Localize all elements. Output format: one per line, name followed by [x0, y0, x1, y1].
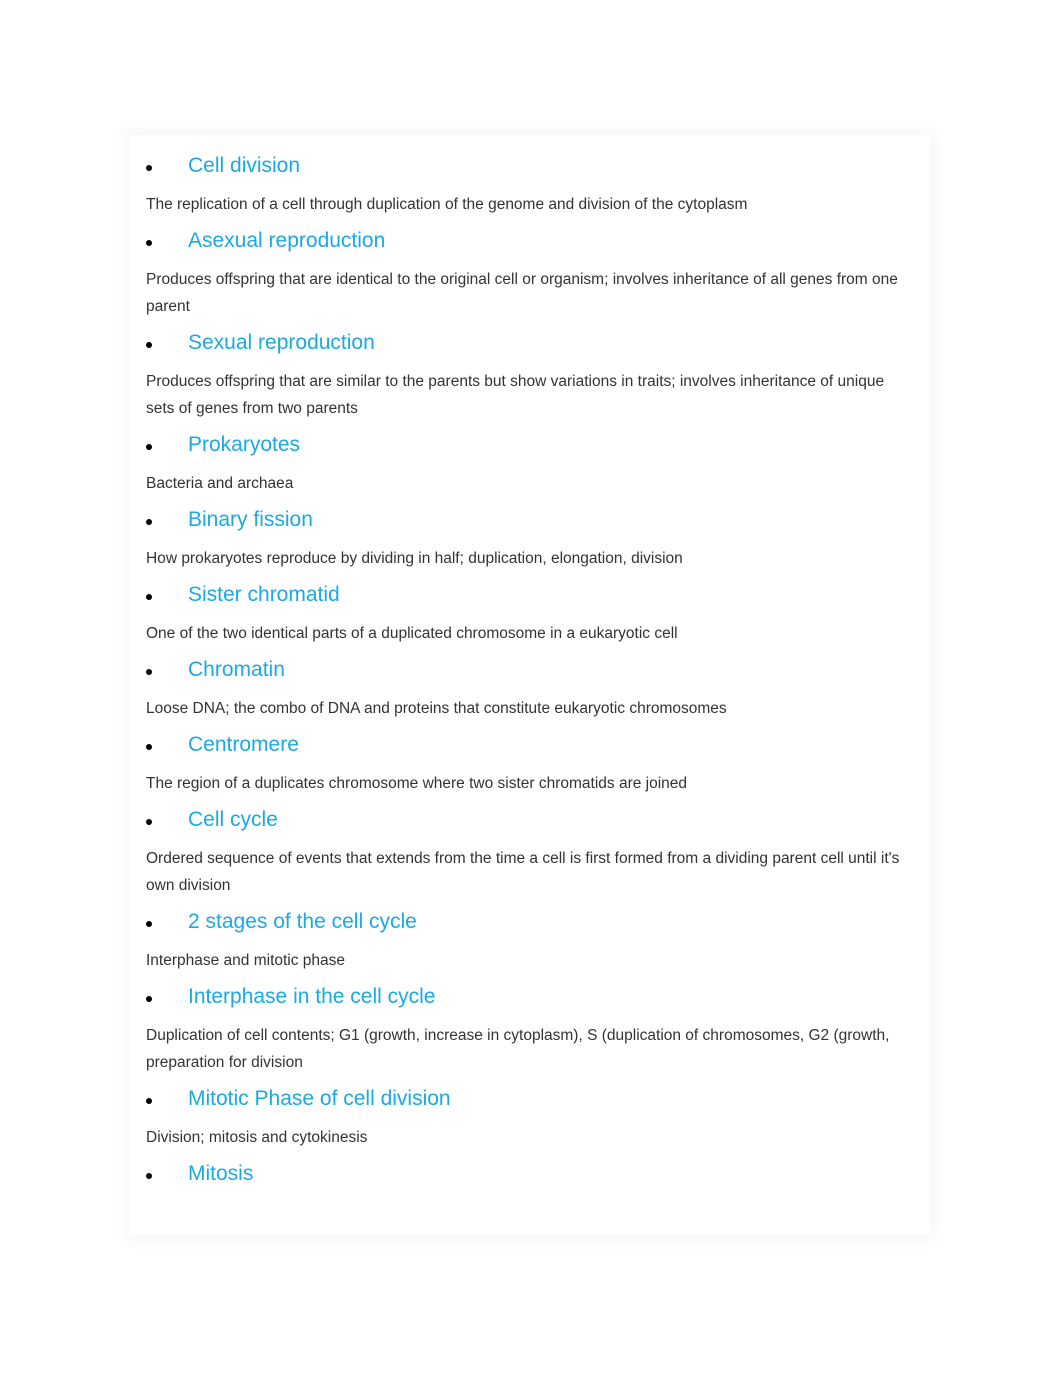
term-definition: Ordered sequence of events that extends …	[146, 850, 900, 894]
list-item: Binary fission How prokaryotes reproduce…	[146, 501, 914, 576]
list-item: Centromere The region of a duplicates ch…	[146, 726, 914, 801]
term-row: Sexual reproduction	[146, 324, 914, 362]
term-link[interactable]: Sexual reproduction	[188, 324, 375, 362]
term-link[interactable]: Binary fission	[188, 501, 313, 539]
term-definition: Produces offspring that are identical to…	[146, 271, 898, 315]
flashcard-document: Cell division The replication of a cell …	[130, 135, 930, 1235]
term-definition: Loose DNA; the combo of DNA and proteins…	[146, 700, 727, 717]
term-link[interactable]: Interphase in the cell cycle	[188, 978, 435, 1016]
bullet-icon	[146, 240, 152, 246]
term-definition: Duplication of cell contents; G1 (growth…	[146, 1027, 890, 1071]
term-row: Interphase in the cell cycle	[146, 978, 914, 1016]
list-item: 2 stages of the cell cycle Interphase an…	[146, 903, 914, 978]
term-link[interactable]: Mitosis	[188, 1155, 253, 1193]
term-row: Mitotic Phase of cell division	[146, 1080, 914, 1118]
term-row: Binary fission	[146, 501, 914, 539]
term-row: Cell division	[146, 147, 914, 185]
bullet-icon	[146, 1098, 152, 1104]
term-link[interactable]: Chromatin	[188, 651, 285, 689]
list-item: Sister chromatid One of the two identica…	[146, 576, 914, 651]
term-row: Mitosis	[146, 1155, 914, 1193]
list-item: Cell division The replication of a cell …	[146, 147, 914, 222]
list-item: Interphase in the cell cycle Duplication…	[146, 978, 914, 1080]
term-link[interactable]: Sister chromatid	[188, 576, 340, 614]
list-item: Asexual reproduction Produces offspring …	[146, 222, 914, 324]
term-row: Chromatin	[146, 651, 914, 689]
term-row: 2 stages of the cell cycle	[146, 903, 914, 941]
term-row: Centromere	[146, 726, 914, 764]
term-link[interactable]: 2 stages of the cell cycle	[188, 903, 417, 941]
bullet-icon	[146, 669, 152, 675]
term-definition: Bacteria and archaea	[146, 475, 294, 492]
bullet-icon	[146, 996, 152, 1002]
bullet-icon	[146, 519, 152, 525]
term-row: Asexual reproduction	[146, 222, 914, 260]
term-link[interactable]: Prokaryotes	[188, 426, 300, 464]
list-item: Mitosis	[146, 1155, 914, 1193]
term-definition: Division; mitosis and cytokinesis	[146, 1129, 368, 1146]
list-item: Cell cycle Ordered sequence of events th…	[146, 801, 914, 903]
bullet-icon	[146, 165, 152, 171]
bullet-icon	[146, 819, 152, 825]
term-definition: How prokaryotes reproduce by dividing in…	[146, 550, 683, 567]
term-row: Sister chromatid	[146, 576, 914, 614]
term-definition: Produces offspring that are similar to t…	[146, 373, 885, 417]
term-definition: One of the two identical parts of a dupl…	[146, 625, 678, 642]
term-definition: The region of a duplicates chromosome wh…	[146, 775, 688, 792]
bullet-icon	[146, 744, 152, 750]
term-link[interactable]: Cell cycle	[188, 801, 278, 839]
term-list: Cell division The replication of a cell …	[130, 135, 930, 1193]
term-link[interactable]: Centromere	[188, 726, 299, 764]
bullet-icon	[146, 444, 152, 450]
term-row: Prokaryotes	[146, 426, 914, 464]
term-link[interactable]: Mitotic Phase of cell division	[188, 1080, 451, 1118]
term-definition: The replication of a cell through duplic…	[146, 196, 748, 213]
term-link[interactable]: Asexual reproduction	[188, 222, 385, 260]
bullet-icon	[146, 921, 152, 927]
term-definition: Interphase and mitotic phase	[146, 952, 346, 969]
list-item: Mitotic Phase of cell division Division;…	[146, 1080, 914, 1155]
list-item: Chromatin Loose DNA; the combo of DNA an…	[146, 651, 914, 726]
term-row: Cell cycle	[146, 801, 914, 839]
term-link[interactable]: Cell division	[188, 147, 300, 185]
bullet-icon	[146, 1173, 152, 1179]
list-item: Prokaryotes Bacteria and archaea	[146, 426, 914, 501]
bullet-icon	[146, 342, 152, 348]
bullet-icon	[146, 594, 152, 600]
list-item: Sexual reproduction Produces offspring t…	[146, 324, 914, 426]
